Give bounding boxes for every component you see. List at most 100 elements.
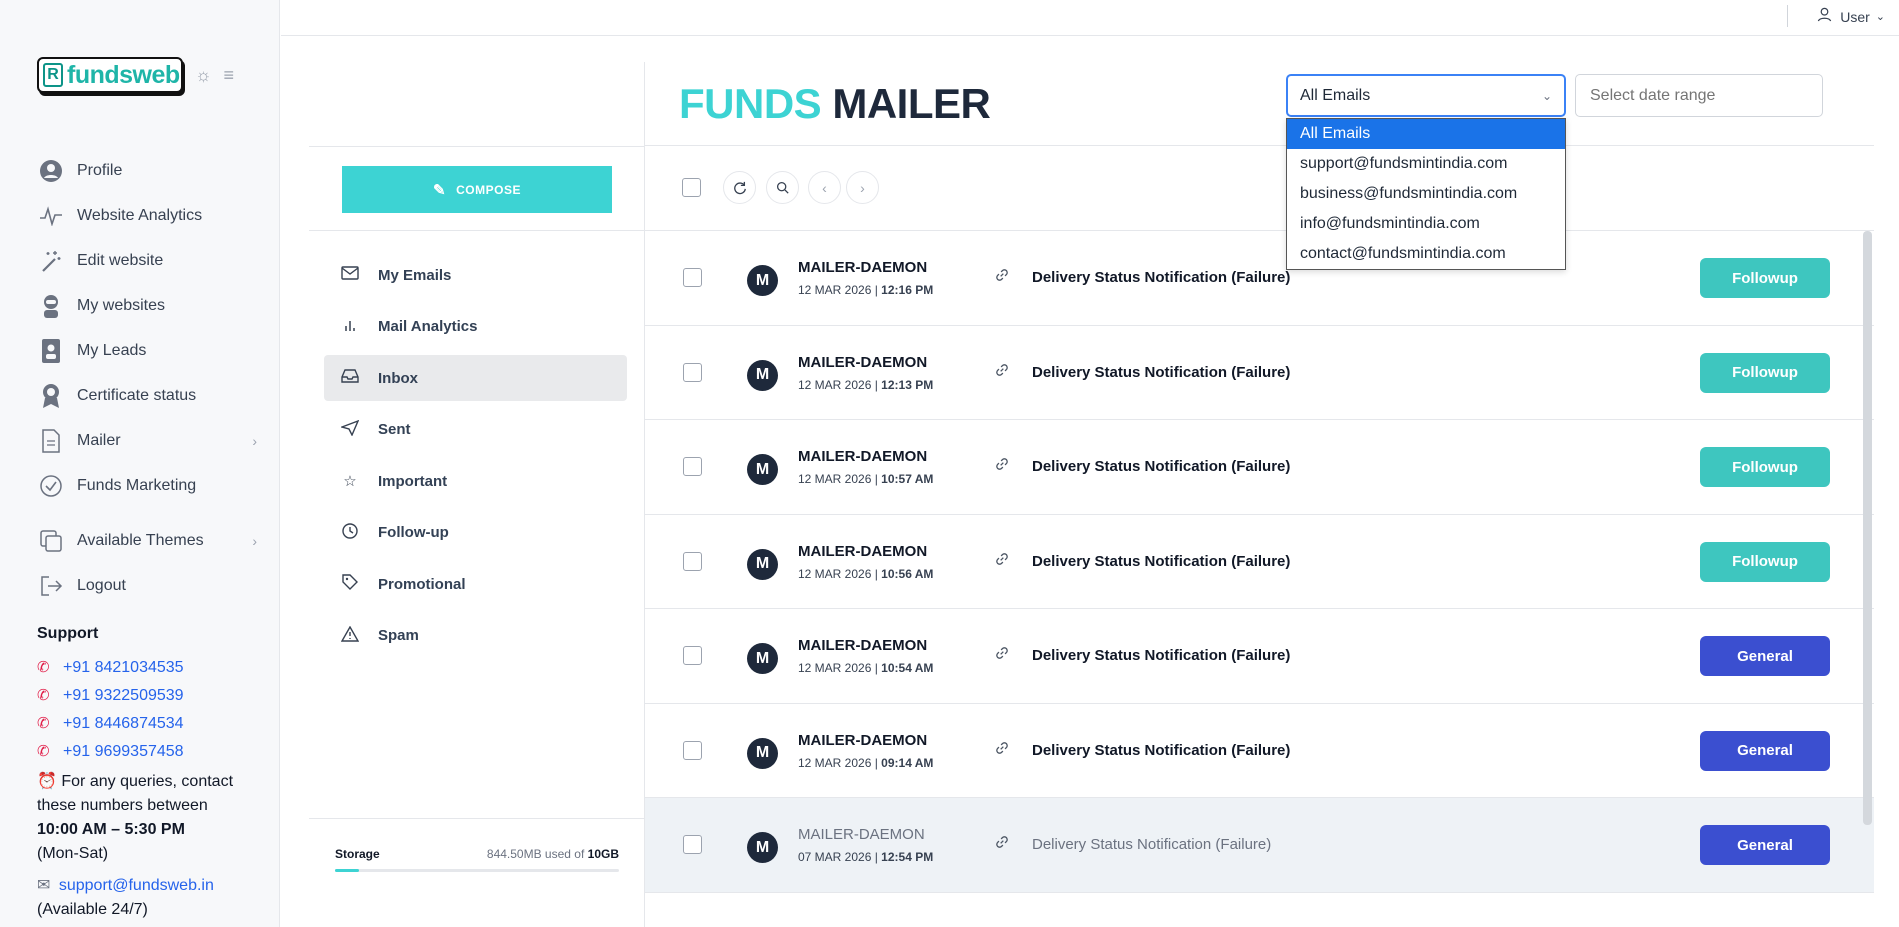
- filter-option[interactable]: All Emails: [1287, 119, 1565, 149]
- id-badge-icon: [37, 338, 65, 364]
- link-icon: [995, 457, 1009, 474]
- email-tag-button[interactable]: General: [1700, 730, 1830, 771]
- email-checkbox[interactable]: [683, 457, 702, 476]
- sidebar-item-profile[interactable]: Profile: [37, 148, 257, 193]
- email-tag-button[interactable]: Followup: [1700, 258, 1830, 298]
- folder-my-emails[interactable]: My Emails: [324, 252, 627, 298]
- scrollbar[interactable]: [1863, 231, 1872, 825]
- sun-icon[interactable]: ☼: [195, 65, 212, 86]
- email-tag-button[interactable]: General: [1700, 636, 1830, 676]
- email-tag-button[interactable]: Followup: [1700, 447, 1830, 487]
- divider: [309, 230, 645, 231]
- email-row[interactable]: M MAILER-DAEMON 12 MAR 2026 | 12:16 PM D…: [645, 231, 1874, 326]
- fundsweb-logo[interactable]: R fundsweb: [37, 57, 183, 93]
- sidebar-item-website-analytics[interactable]: Website Analytics: [37, 193, 257, 238]
- support-phone[interactable]: ✆ +91 8421034535: [37, 654, 267, 682]
- link-icon: [995, 646, 1009, 663]
- compose-button[interactable]: ✎ COMPOSE: [342, 166, 612, 213]
- phone-icon: ✆: [37, 715, 50, 732]
- warning-icon: [340, 625, 360, 646]
- avatar: M: [747, 643, 778, 674]
- support-phone[interactable]: ✆ +91 8446874534: [37, 710, 267, 738]
- previous-page-button[interactable]: ‹: [808, 171, 841, 204]
- sidebar-item-my-websites[interactable]: My websites: [37, 283, 257, 328]
- storage-label: Storage: [335, 847, 380, 861]
- email-sender: MAILER-DAEMON: [798, 259, 928, 276]
- email-subject: Delivery Status Notification (Failure): [1032, 458, 1291, 475]
- filter-option[interactable]: support@fundsmintindia.com: [1287, 149, 1565, 179]
- email-checkbox[interactable]: [683, 740, 702, 760]
- email-row[interactable]: M MAILER-DAEMON 07 MAR 2026 | 12:54 PM D…: [645, 798, 1874, 893]
- email-checkbox[interactable]: [683, 646, 702, 665]
- email-sender: MAILER-DAEMON: [798, 448, 928, 465]
- email-row[interactable]: M MAILER-DAEMON 12 MAR 2026 | 12:13 PM D…: [645, 325, 1874, 420]
- sidebar-item-edit-website[interactable]: Edit website: [37, 238, 257, 283]
- link-icon: [995, 741, 1009, 758]
- sidebar-item-available-themes[interactable]: Available Themes ›: [37, 518, 257, 563]
- filter-option[interactable]: business@fundsmintindia.com: [1287, 179, 1565, 209]
- support-phone[interactable]: ✆ +91 9699357458: [37, 738, 267, 766]
- support-phone[interactable]: ✆ +91 9322509539: [37, 682, 267, 710]
- folder-follow-up[interactable]: Follow-up: [324, 510, 627, 556]
- email-date: 07 MAR 2026 | 12:54 PM: [798, 850, 934, 864]
- phone-icon: ✆: [37, 743, 50, 760]
- folder-promotional[interactable]: Promotional: [324, 561, 627, 607]
- email-tag-button[interactable]: General: [1700, 825, 1830, 865]
- email-checkbox[interactable]: [683, 362, 702, 382]
- sidebar-item-label: Logout: [77, 576, 126, 594]
- select-all-checkbox[interactable]: [682, 178, 701, 197]
- date-range-input[interactable]: [1575, 74, 1823, 117]
- app-root: R fundsweb ☼ ≡ Profile Website Analytics: [0, 0, 1899, 927]
- filter-option[interactable]: info@fundsmintindia.com: [1287, 209, 1565, 239]
- folder-spam[interactable]: Spam: [324, 613, 627, 659]
- refresh-button[interactable]: [723, 171, 756, 204]
- email-tag-button[interactable]: Followup: [1700, 352, 1830, 393]
- email-row[interactable]: M MAILER-DAEMON 12 MAR 2026 | 10:57 AM D…: [645, 420, 1874, 515]
- sidebar-item-label: Available Themes: [77, 531, 204, 549]
- avatar: M: [747, 737, 778, 769]
- email-tag-button[interactable]: Followup: [1700, 541, 1830, 582]
- hamburger-menu-icon[interactable]: ≡: [224, 65, 235, 86]
- email-subject: Delivery Status Notification (Failure): [1032, 741, 1291, 759]
- folder-inbox[interactable]: Inbox: [324, 355, 627, 401]
- email-list: M MAILER-DAEMON 12 MAR 2026 | 12:16 PM D…: [645, 231, 1874, 893]
- email-filter-select[interactable]: All Emails ⌄: [1286, 74, 1566, 117]
- storage-usage: 844.50MB used of 10GB: [486, 847, 619, 861]
- sidebar-item-label: My websites: [77, 296, 166, 314]
- avatar: M: [747, 265, 778, 296]
- email-checkbox[interactable]: [683, 835, 702, 854]
- folder-important[interactable]: ☆ Important: [324, 458, 627, 504]
- email-row[interactable]: M MAILER-DAEMON 12 MAR 2026 | 10:54 AM D…: [645, 609, 1874, 704]
- avatar: M: [747, 548, 778, 580]
- user-menu[interactable]: User ⌄: [1787, 5, 1885, 27]
- sidebar-item-funds-marketing[interactable]: Funds Marketing: [37, 463, 257, 508]
- sidebar-item-mailer[interactable]: Mailer ›: [37, 418, 257, 463]
- search-button[interactable]: [766, 171, 799, 204]
- user-icon: [1817, 7, 1832, 26]
- sidebar-item-my-leads[interactable]: My Leads: [37, 328, 257, 373]
- email-checkbox[interactable]: [683, 551, 702, 571]
- folder-sent[interactable]: Sent: [324, 407, 627, 453]
- email-row[interactable]: M MAILER-DAEMON 12 MAR 2026 | 09:14 AM D…: [645, 703, 1874, 798]
- storage-indicator: Storage 844.50MB used of 10GB: [309, 818, 645, 872]
- filter-option[interactable]: contact@fundsmintindia.com: [1287, 239, 1565, 269]
- sidebar-item-certificate-status[interactable]: Certificate status: [37, 373, 257, 418]
- next-page-button[interactable]: ›: [846, 171, 879, 204]
- email-row[interactable]: M MAILER-DAEMON 12 MAR 2026 | 10:56 AM D…: [645, 514, 1874, 609]
- file-icon: [37, 428, 65, 454]
- search-icon: [776, 181, 789, 194]
- sidebar-item-logout[interactable]: Logout: [37, 563, 257, 608]
- phone-icon: ✆: [37, 687, 50, 704]
- phone-icon: ✆: [37, 659, 50, 676]
- support-section: Support ✆ +91 8421034535 ✆ +91 9322509539 …: [37, 622, 267, 922]
- email-checkbox[interactable]: [683, 268, 702, 287]
- tag-icon: [340, 574, 360, 594]
- alarm-clock-icon: ⏰: [37, 773, 57, 790]
- magic-wand-icon: [37, 248, 65, 274]
- support-heading: Support: [37, 625, 99, 642]
- email-icon: ✉: [37, 877, 51, 894]
- sidebar-item-label: Funds Marketing: [77, 476, 197, 494]
- support-email[interactable]: ✉ support@fundsweb.in: [37, 874, 267, 898]
- email-date: 12 MAR 2026 | 10:54 AM: [798, 661, 934, 675]
- folder-mail-analytics[interactable]: Mail Analytics: [324, 304, 627, 350]
